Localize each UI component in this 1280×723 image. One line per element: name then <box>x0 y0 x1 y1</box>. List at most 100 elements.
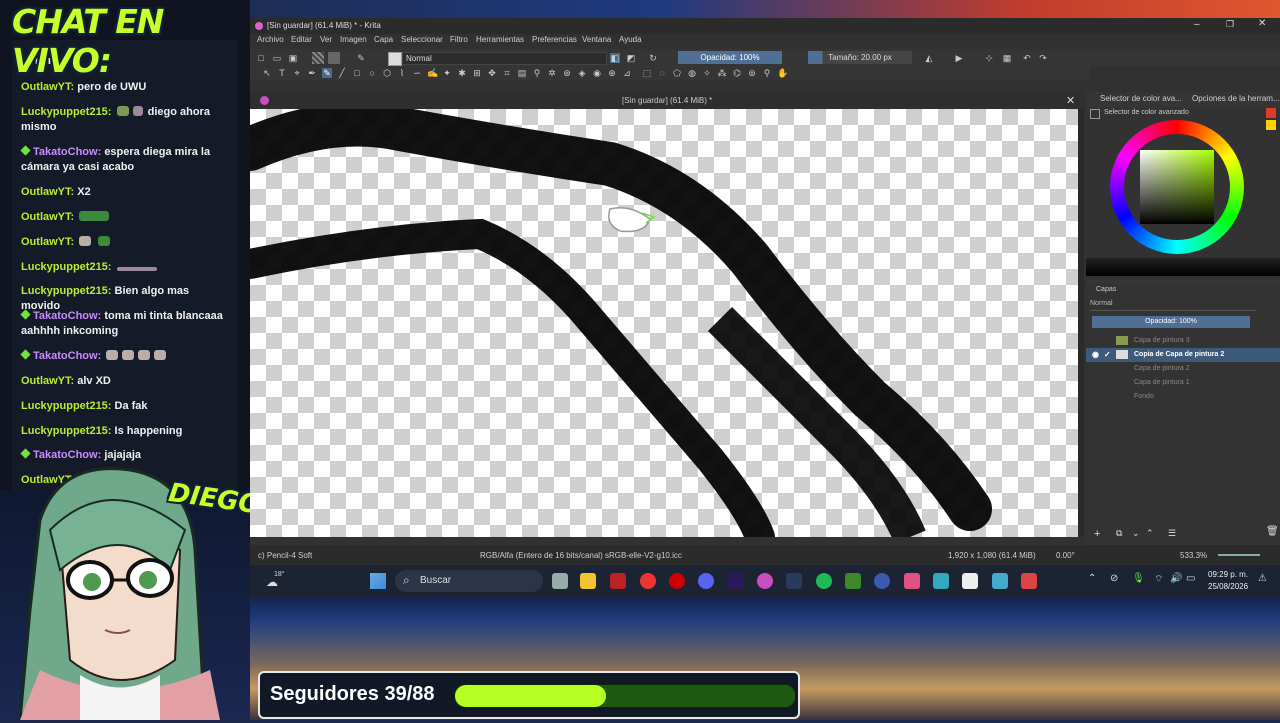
new-document-icon[interactable]: □ <box>256 53 266 63</box>
color-square[interactable] <box>1140 150 1214 224</box>
layer-row[interactable]: Capa de pintura 1 <box>1086 376 1280 390</box>
document-tab-title[interactable]: [Sin guardar] (61.4 MiB) * <box>622 96 712 105</box>
layers-opacity-slider[interactable]: Opacidad: 100% <box>1092 316 1250 328</box>
obs-icon[interactable] <box>874 573 890 589</box>
enclose-fill-icon[interactable]: ◉ <box>592 68 602 78</box>
calligraphy-icon[interactable]: ✒ <box>307 68 317 78</box>
rect-select-icon[interactable]: ⬚ <box>642 68 652 78</box>
foreground-swatch[interactable] <box>1266 108 1276 118</box>
rectangle-tool-icon[interactable]: □ <box>352 68 362 78</box>
colorize-mask-icon[interactable]: ✲ <box>547 68 557 78</box>
discord-icon[interactable] <box>698 573 714 589</box>
text-tool-icon[interactable]: T <box>277 68 287 78</box>
search-box[interactable]: ⌕ Buscar <box>395 570 543 592</box>
layer-row[interactable]: Fondo <box>1086 390 1280 404</box>
mic-icon[interactable]: 🎙 <box>1132 573 1145 584</box>
open-icon[interactable]: ▭ <box>272 53 282 63</box>
menu-preferencias[interactable]: Preferencias <box>532 35 577 44</box>
eraser-mode-icon[interactable]: ◧ <box>610 53 620 63</box>
app-icon[interactable] <box>933 573 949 589</box>
menu-herramientas[interactable]: Herramientas <box>476 35 524 44</box>
ellipse-tool-icon[interactable]: ○ <box>367 68 377 78</box>
canvas-only-icon[interactable]: ▦ <box>1002 53 1012 63</box>
move-down-icon[interactable]: ⌄ <box>1132 528 1140 539</box>
bezier-tool-icon[interactable]: ∽ <box>412 68 422 78</box>
preserve-alpha-icon[interactable]: ◩ <box>626 53 636 63</box>
add-layer-icon[interactable]: + <box>1094 528 1100 540</box>
menu-archivo[interactable]: Archivo <box>257 35 284 44</box>
wrap-icon[interactable]: ⊹ <box>984 53 994 63</box>
smart-patch-icon[interactable]: ⊛ <box>562 68 572 78</box>
task-view-icon[interactable] <box>552 573 568 589</box>
chrome-icon[interactable] <box>640 573 656 589</box>
mirror-horizontal-icon[interactable]: ◭ <box>924 53 934 63</box>
maximize-icon[interactable]: ❐ <box>1226 19 1234 30</box>
brush-preset-button[interactable] <box>388 52 402 66</box>
layer-row-active[interactable]: ◉ ✓ Copia de Capa de pintura 2 <box>1086 348 1280 362</box>
brush-tool-icon[interactable]: ✎ <box>322 68 332 78</box>
dynamic-brush-icon[interactable]: ✦ <box>442 68 452 78</box>
menu-ayuda[interactable]: Ayuda <box>619 35 642 44</box>
move-up-icon[interactable]: ⌃ <box>1146 528 1154 539</box>
opacity-slider[interactable]: Opacidad: 100% <box>678 51 782 64</box>
app-icon[interactable] <box>1021 573 1037 589</box>
menu-imagen[interactable]: Imagen <box>340 35 367 44</box>
status-zoom[interactable]: 533.3% <box>1180 551 1207 560</box>
krita-icon[interactable] <box>757 573 773 589</box>
zoom-tool-icon[interactable]: ⚲ <box>762 68 772 78</box>
menu-seleccionar[interactable]: Seleccionar <box>401 35 443 44</box>
measure-tool-icon[interactable]: ⊿ <box>622 68 632 78</box>
tab-tool-options[interactable]: Opciones de la herram... <box>1192 94 1280 103</box>
polygon-tool-icon[interactable]: ⬡ <box>382 68 392 78</box>
chevron-up-icon[interactable]: ⌃ <box>1088 573 1096 584</box>
close-document-icon[interactable]: ✕ <box>1066 94 1075 107</box>
spotify-icon[interactable] <box>816 573 832 589</box>
bezier-select-icon[interactable]: ⌬ <box>732 68 742 78</box>
close-icon[interactable]: ✕ <box>1258 18 1266 29</box>
check-icon[interactable]: ✓ <box>1104 350 1111 359</box>
size-slider[interactable]: Tamaño: 20.00 px <box>808 51 912 64</box>
mirror-vertical-icon[interactable]: ▶ <box>954 53 964 63</box>
contiguous-select-icon[interactable]: ✧ <box>702 68 712 78</box>
zoom-slider[interactable] <box>1218 554 1260 556</box>
polygon-select-icon[interactable]: ⬠ <box>672 68 682 78</box>
gradient-icon[interactable] <box>312 52 324 64</box>
color-sampler-icon[interactable]: ⚲ <box>532 68 542 78</box>
steam-icon[interactable] <box>786 573 802 589</box>
menu-capa[interactable]: Capa <box>374 35 393 44</box>
crop-tool-icon[interactable]: ⌗ <box>502 68 512 78</box>
pattern-icon[interactable] <box>328 52 340 64</box>
redo-icon[interactable]: ↷ <box>1038 53 1048 63</box>
transform-tool-icon[interactable]: ⊞ <box>472 68 482 78</box>
wifi-icon[interactable]: ⌔ <box>1154 573 1163 586</box>
status-rotation[interactable]: 0.00° <box>1056 551 1075 560</box>
background-swatch[interactable] <box>1266 120 1276 130</box>
freehand-select-icon[interactable]: ◍ <box>687 68 697 78</box>
eye-icon[interactable]: ◉ <box>1092 350 1099 359</box>
volume-icon[interactable]: 🔊 <box>1170 573 1182 584</box>
fill-tool-icon[interactable]: ◈ <box>577 68 587 78</box>
menu-editar[interactable]: Editar <box>291 35 312 44</box>
edit-shapes-icon[interactable]: ⌖ <box>292 68 302 78</box>
brush-preset-icon[interactable]: ✎ <box>356 53 366 63</box>
save-icon[interactable]: ▣ <box>288 53 298 63</box>
app-icon[interactable] <box>904 573 920 589</box>
line-tool-icon[interactable]: ╱ <box>337 68 347 78</box>
tab-color-selector[interactable]: Selector de color ava... <box>1100 94 1182 103</box>
ellipse-select-icon[interactable]: ◌ <box>657 68 667 78</box>
shade-selector[interactable] <box>1086 258 1280 276</box>
clock-date[interactable]: 25/08/2026 <box>1208 582 1248 591</box>
similar-select-icon[interactable]: ⁂ <box>717 68 727 78</box>
file-explorer-icon[interactable] <box>580 573 596 589</box>
app-icon[interactable] <box>992 573 1008 589</box>
drawing-canvas[interactable] <box>250 109 1078 537</box>
menu-ver[interactable]: Ver <box>320 35 332 44</box>
tray-icon[interactable]: ⊘ <box>1110 573 1118 584</box>
delete-layer-icon[interactable]: 🗑 <box>1266 526 1279 537</box>
pan-tool-icon[interactable]: ✋ <box>777 68 788 78</box>
polyline-tool-icon[interactable]: ⌇ <box>397 68 407 78</box>
clock-time[interactable]: 09:29 p. m. <box>1208 570 1248 579</box>
assistant-tool-icon[interactable]: ⊕ <box>607 68 617 78</box>
layer-row[interactable]: Capa de pintura 2 <box>1086 362 1280 376</box>
multibrush-icon[interactable]: ✱ <box>457 68 467 78</box>
